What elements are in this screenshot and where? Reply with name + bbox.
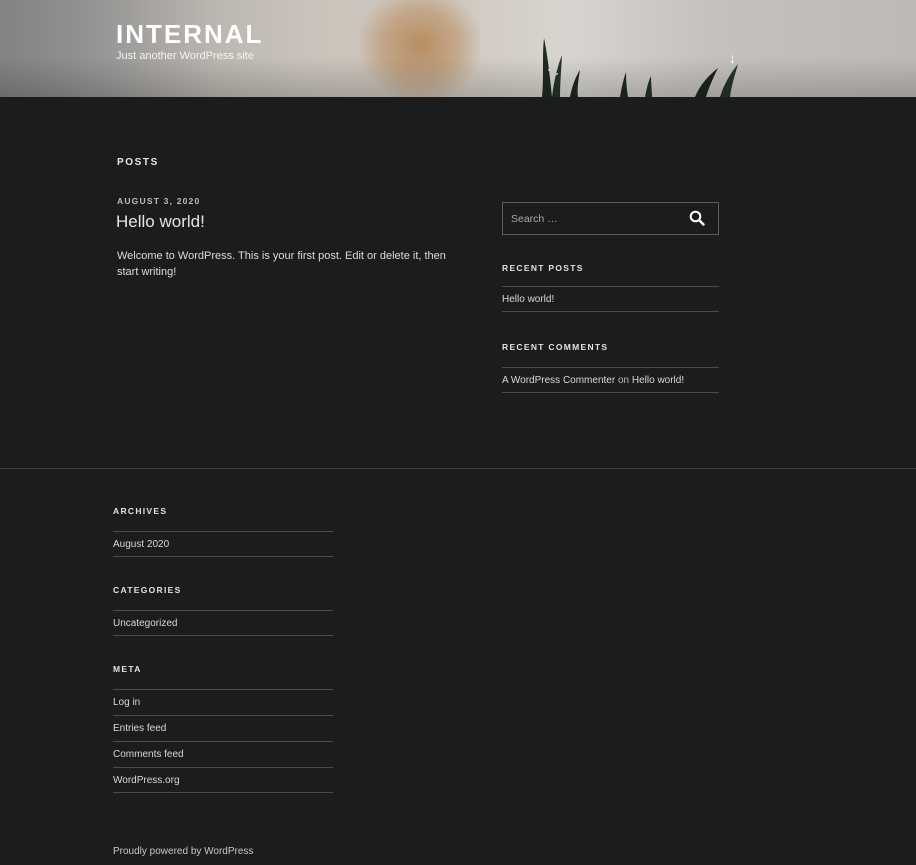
recent-post-link[interactable]: Hello world! (502, 294, 554, 305)
recent-posts-list: Hello world! (502, 286, 719, 312)
archives-list: August 2020 (113, 531, 333, 557)
powered-by-link[interactable]: Proudly powered by WordPress (113, 846, 253, 857)
meta-list: Log in Entries feed Comments feed WordPr… (113, 689, 333, 793)
list-item: August 2020 (113, 531, 333, 557)
list-item: A WordPress Commenter on Hello world! (502, 367, 719, 393)
scroll-down-arrow-icon[interactable]: ↓ (729, 51, 736, 65)
categories-list: Uncategorized (113, 610, 333, 636)
list-item: Entries feed (113, 715, 333, 741)
meta-login-link[interactable]: Log in (113, 697, 140, 708)
meta-entries-feed-link[interactable]: Entries feed (113, 723, 166, 734)
list-item: Hello world! (502, 286, 719, 312)
meta-title: META (113, 664, 142, 674)
category-link[interactable]: Uncategorized (113, 618, 177, 629)
search-input[interactable] (511, 211, 671, 227)
list-item: Log in (113, 689, 333, 715)
recent-comments-list: A WordPress Commenter on Hello world! (502, 367, 719, 393)
search-icon (689, 210, 705, 226)
list-item: WordPress.org (113, 767, 333, 793)
comment-author-link[interactable]: A WordPress Commenter (502, 375, 615, 386)
recent-posts-title: RECENT POSTS (502, 263, 584, 273)
post-date-link[interactable]: AUGUST 3, 2020 (117, 196, 200, 206)
site-title[interactable]: INTERNAL (116, 19, 263, 50)
archive-link[interactable]: August 2020 (113, 539, 169, 550)
meta-wordpress-org-link[interactable]: WordPress.org (113, 775, 180, 786)
post-excerpt: Welcome to WordPress. This is your first… (117, 250, 446, 278)
meta-comments-feed-link[interactable]: Comments feed (113, 749, 184, 760)
footer-divider (0, 468, 916, 469)
categories-title: CATEGORIES (113, 585, 182, 595)
comment-post-link[interactable]: Hello world! (632, 375, 684, 386)
archives-title: ARCHIVES (113, 506, 168, 516)
comment-connector: on (617, 375, 630, 386)
site-header: INTERNAL Just another WordPress site ↓ (0, 0, 916, 97)
list-item: Comments feed (113, 741, 333, 767)
search-form (502, 202, 719, 235)
search-button[interactable] (683, 207, 711, 231)
post-title-link[interactable]: Hello world! (116, 212, 205, 232)
list-item: Uncategorized (113, 610, 333, 636)
site-tagline: Just another WordPress site (116, 50, 254, 62)
header-bottom-shade (0, 57, 916, 97)
recent-comments-title: RECENT COMMENTS (502, 342, 609, 352)
page-heading: POSTS (117, 157, 159, 168)
